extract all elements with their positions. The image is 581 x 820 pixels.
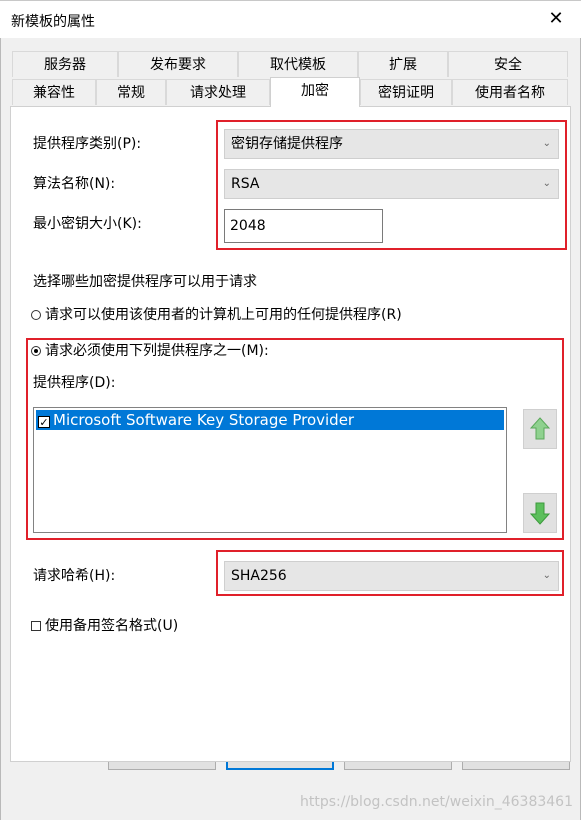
title-bar: 新模板的属性 ✕ bbox=[0, 0, 581, 38]
radio-button-selected-icon bbox=[31, 346, 41, 356]
min-key-size-label: 最小密钥大小(K): bbox=[33, 216, 142, 232]
chevron-down-icon: ⌄ bbox=[542, 138, 551, 149]
down-arrow-icon bbox=[529, 502, 551, 525]
alt-signature-checkbox[interactable]: 使用备用签名格式(U) bbox=[31, 615, 178, 635]
algorithm-label: 算法名称(N): bbox=[33, 176, 116, 192]
move-down-button[interactable] bbox=[523, 493, 557, 533]
request-hash-label: 请求哈希(H): bbox=[33, 568, 116, 584]
radio-any-provider[interactable]: 请求可以使用该使用者的计算机上可用的任何提供程序(R) bbox=[31, 304, 402, 324]
alt-signature-label: 使用备用签名格式(U) bbox=[45, 618, 179, 634]
move-up-button[interactable] bbox=[523, 409, 557, 449]
provider-category-select[interactable]: 密钥存储提供程序 ⌄ bbox=[224, 129, 559, 159]
watermark: https://blog.csdn.net/weixin_46383461 bbox=[299, 794, 573, 810]
tab-key-attestation[interactable]: 密钥证明 bbox=[360, 79, 452, 105]
algorithm-select[interactable]: RSA ⌄ bbox=[224, 169, 559, 199]
radio-must-use-providers[interactable]: 请求必须使用下列提供程序之一(M): bbox=[31, 340, 269, 360]
tab-compatibility[interactable]: 兼容性 bbox=[12, 79, 96, 105]
checkbox-checked-icon[interactable]: ✓ bbox=[38, 416, 50, 428]
tab-cryptography[interactable]: 加密 bbox=[270, 77, 360, 107]
radio-any-label: 请求可以使用该使用者的计算机上可用的任何提供程序(R) bbox=[45, 307, 402, 323]
choose-providers-heading: 选择哪些加密提供程序可以用于请求 bbox=[33, 274, 257, 290]
list-item[interactable]: ✓ Microsoft Software Key Storage Provider bbox=[36, 410, 504, 430]
request-hash-select[interactable]: SHA256 ⌄ bbox=[224, 561, 559, 591]
tab-extensions[interactable]: 扩展 bbox=[358, 51, 448, 77]
tab-request-handling[interactable]: 请求处理 bbox=[166, 79, 270, 105]
tab-general[interactable]: 常规 bbox=[96, 79, 166, 105]
providers-label: 提供程序(D): bbox=[33, 375, 116, 391]
tab-servers[interactable]: 服务器 bbox=[12, 51, 118, 77]
min-key-size-input[interactable]: 2048 bbox=[224, 209, 383, 243]
provider-category-value: 密钥存储提供程序 bbox=[231, 136, 343, 152]
tab-issuance-requirements[interactable]: 发布要求 bbox=[118, 51, 238, 77]
request-hash-value: SHA256 bbox=[231, 568, 287, 584]
tab-subject-name[interactable]: 使用者名称 bbox=[452, 79, 568, 105]
close-icon[interactable]: ✕ bbox=[545, 7, 567, 31]
radio-must-label: 请求必须使用下列提供程序之一(M): bbox=[45, 343, 269, 359]
provider-name: Microsoft Software Key Storage Provider bbox=[53, 411, 355, 429]
tab-security[interactable]: 安全 bbox=[448, 51, 568, 77]
provider-category-label: 提供程序类别(P): bbox=[33, 136, 142, 152]
tab-superseded-templates[interactable]: 取代模板 bbox=[238, 51, 358, 77]
providers-list[interactable]: ✓ Microsoft Software Key Storage Provider bbox=[33, 407, 507, 533]
radio-button-icon bbox=[31, 310, 41, 320]
chevron-down-icon: ⌄ bbox=[542, 570, 551, 581]
up-arrow-icon bbox=[529, 417, 551, 440]
chevron-down-icon: ⌄ bbox=[542, 178, 551, 189]
cryptography-panel: 提供程序类别(P): 密钥存储提供程序 ⌄ 算法名称(N): RSA ⌄ 最小密… bbox=[10, 106, 571, 762]
checkbox-icon bbox=[31, 621, 41, 631]
algorithm-value: RSA bbox=[231, 176, 260, 192]
window-title: 新模板的属性 bbox=[11, 14, 95, 30]
